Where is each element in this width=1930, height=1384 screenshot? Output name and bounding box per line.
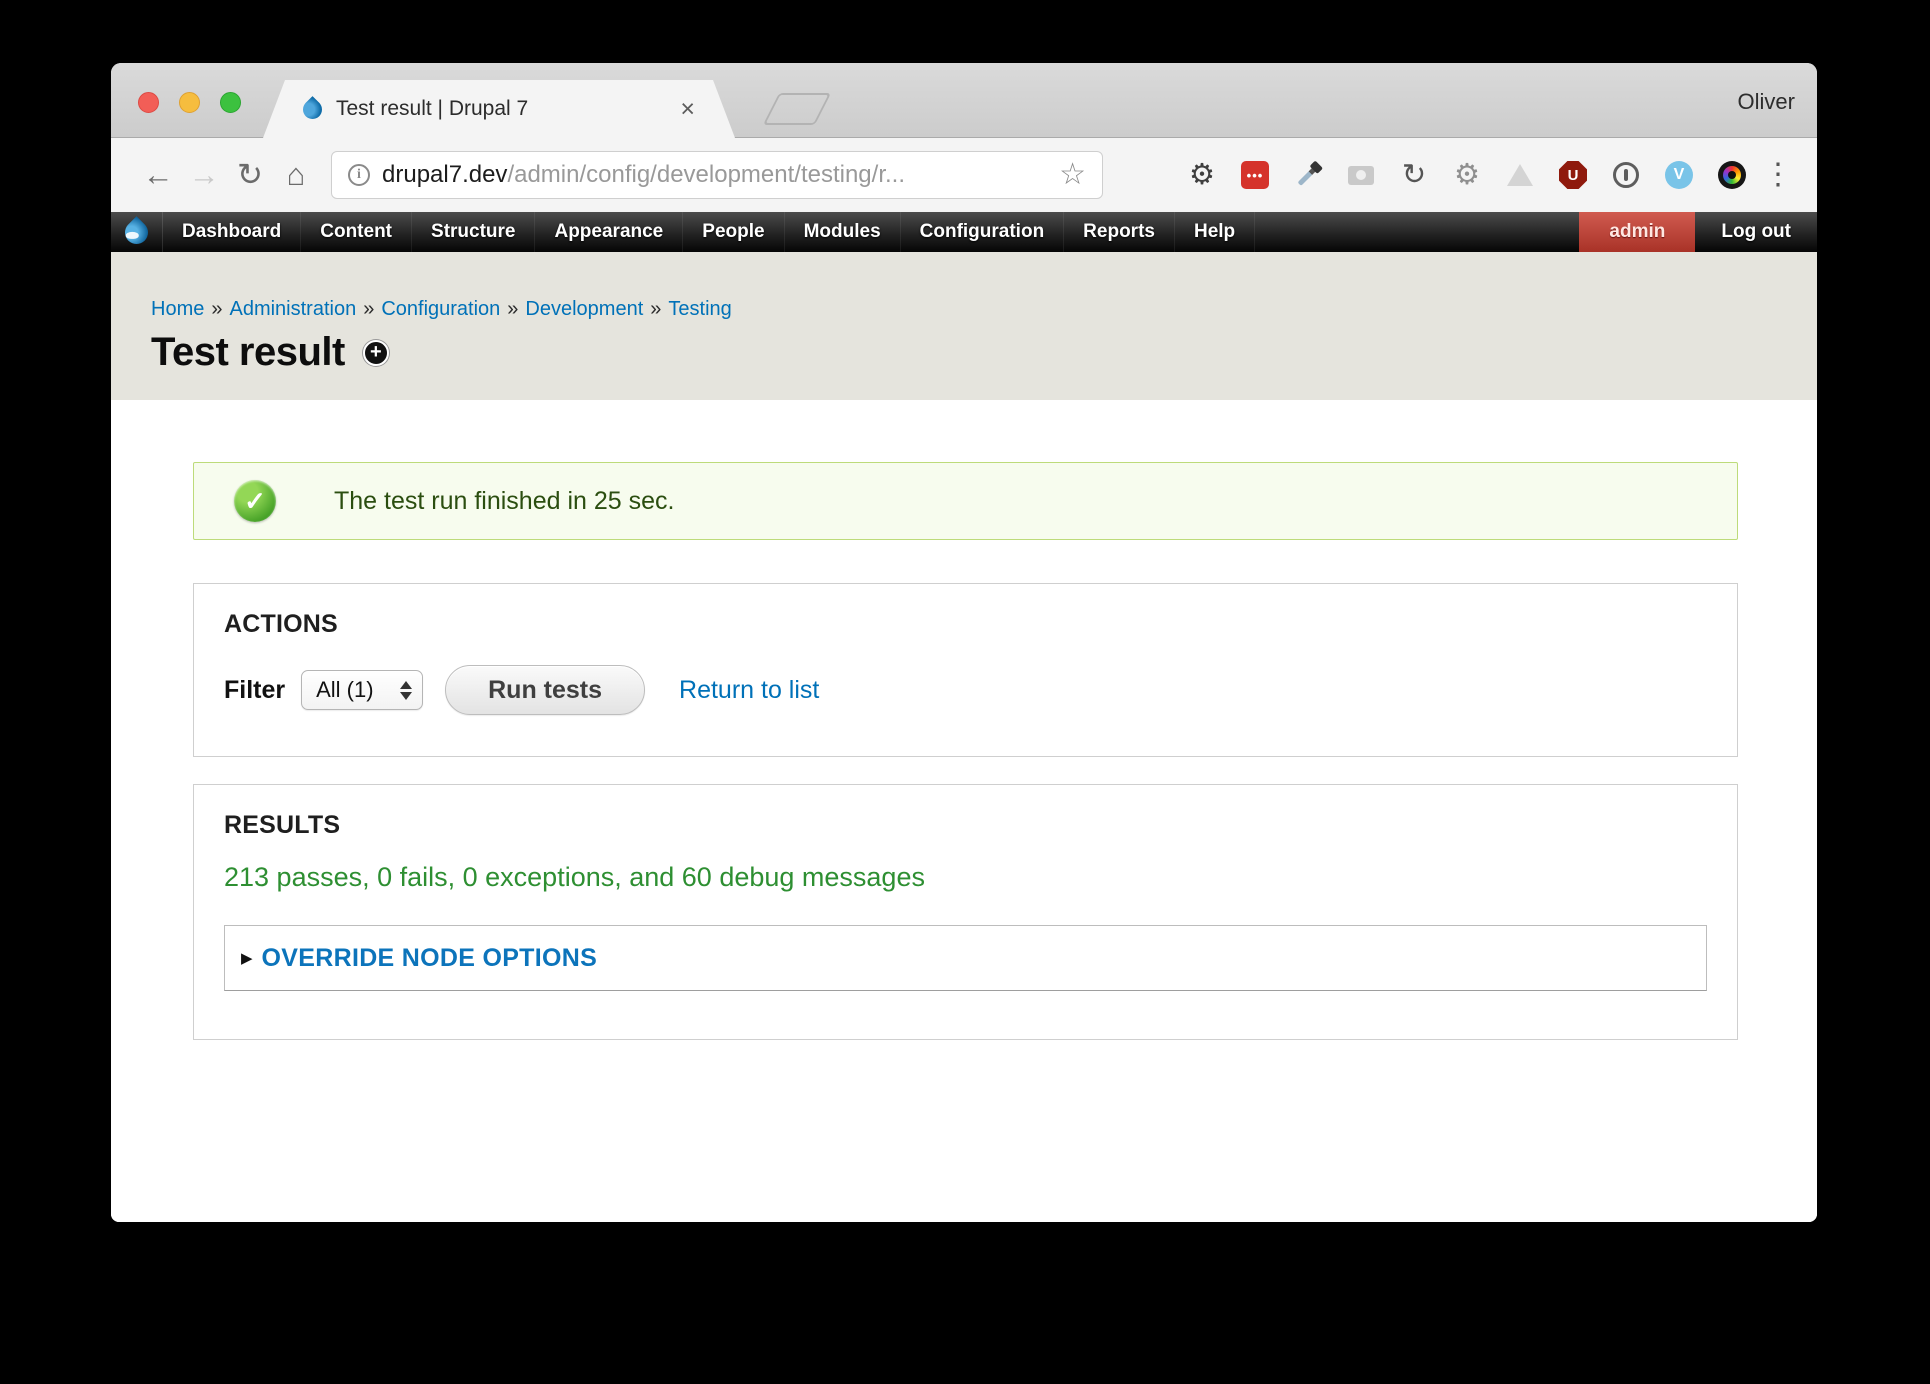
toolbar-item-reports[interactable]: Reports (1064, 212, 1175, 252)
success-check-icon: ✓ (234, 480, 276, 522)
traffic-lights (138, 92, 241, 113)
bookmark-star-icon[interactable]: ☆ (1059, 160, 1086, 190)
address-bar[interactable]: i drupal7.dev/admin/config/development/t… (331, 151, 1103, 199)
collapsed-fieldset[interactable]: ▶ OVERRIDE NODE OPTIONS (224, 925, 1707, 991)
url-path: /admin/config/development/testing/r... (507, 161, 905, 188)
profile-name[interactable]: Oliver (1738, 89, 1795, 115)
extension-session-refresh-icon[interactable]: ↻ (1399, 160, 1429, 190)
actions-fieldset: ACTIONS Filter All (1) Run tests Return … (193, 583, 1738, 757)
screenshot-canvas: Test result | Drupal 7 × Oliver ← → ↻ ⌂ … (0, 0, 1930, 1384)
drupal-favicon-icon (299, 96, 326, 123)
page-title: Test result (151, 330, 345, 375)
toolbar-item-structure[interactable]: Structure (412, 212, 535, 252)
forward-icon: → (181, 157, 227, 193)
url-host: drupal7.dev (382, 161, 507, 188)
toolbar-item-people[interactable]: People (683, 212, 784, 252)
status-message: ✓ The test run finished in 25 sec. (193, 462, 1738, 540)
filter-label: Filter (224, 676, 285, 705)
back-icon[interactable]: ← (135, 157, 181, 193)
toolbar-item-help[interactable]: Help (1175, 212, 1255, 252)
toolbar-item-content[interactable]: Content (301, 212, 412, 252)
breadcrumb-link-administration[interactable]: Administration (229, 298, 356, 320)
tab-title: Test result | Drupal 7 (336, 97, 528, 121)
new-tab-button[interactable] (763, 93, 831, 125)
actions-legend: ACTIONS (224, 610, 1707, 639)
extension-tampermonkey-icon[interactable]: ⚙ (1452, 160, 1482, 190)
results-fieldset: RESULTS 213 passes, 0 fails, 0 exception… (193, 784, 1738, 1040)
browser-toolbar: ← → ↻ ⌂ i drupal7.dev/admin/config/devel… (111, 138, 1817, 212)
filter-row: Filter All (1) Run tests Return to list (224, 665, 1707, 715)
extension-eyedropper-icon[interactable] (1293, 160, 1323, 190)
admin-user-link[interactable]: admin (1579, 212, 1695, 252)
tab-close-icon[interactable]: × (680, 97, 695, 122)
extension-password-keyhole-icon[interactable] (1611, 160, 1641, 190)
toolbar-item-appearance[interactable]: Appearance (535, 212, 683, 252)
breadcrumb-separator: » (211, 298, 222, 320)
extension-camera-icon[interactable] (1346, 160, 1376, 190)
return-to-list-link[interactable]: Return to list (679, 676, 819, 705)
breadcrumb-link-home[interactable]: Home (151, 298, 204, 320)
close-window-button[interactable] (138, 92, 159, 113)
status-message-text: The test run finished in 25 sec. (334, 487, 674, 516)
extensions-row: ⚙ ••• ↻ ⚙ U V (1187, 160, 1747, 190)
filter-select-value: All (1) (316, 677, 373, 703)
home-icon[interactable]: ⌂ (273, 157, 319, 193)
tab-strip: Test result | Drupal 7 × Oliver (111, 63, 1817, 138)
extension-settings-gear-icon[interactable]: ⚙ (1187, 160, 1217, 190)
browser-window: Test result | Drupal 7 × Oliver ← → ↻ ⌂ … (111, 63, 1817, 1222)
select-arrows-icon (400, 681, 412, 700)
breadcrumb-separator: » (507, 298, 518, 320)
logout-link[interactable]: Log out (1695, 212, 1817, 252)
main-content: ✓ The test run finished in 25 sec. ACTIO… (111, 400, 1817, 1222)
browser-tab[interactable]: Test result | Drupal 7 × (263, 80, 735, 138)
extension-vimium-icon[interactable]: V (1664, 160, 1694, 190)
breadcrumb-link-development[interactable]: Development (525, 298, 643, 320)
run-tests-button[interactable]: Run tests (445, 665, 645, 715)
toolbar-item-modules[interactable]: Modules (785, 212, 901, 252)
breadcrumb: Home » Administration » Configuration » Develo… (151, 298, 1817, 321)
collapsed-arrow-icon: ▶ (241, 949, 253, 967)
toolbar-item-dashboard[interactable]: Dashboard (163, 212, 301, 252)
toolbar-item-configuration[interactable]: Configuration (901, 212, 1065, 252)
extension-camera-lens-icon[interactable] (1717, 160, 1747, 190)
minimize-window-button[interactable] (179, 92, 200, 113)
breadcrumb-link-testing[interactable]: Testing (668, 298, 731, 320)
extension-ublock-origin-icon[interactable]: U (1558, 160, 1588, 190)
extension-lastpass-icon[interactable]: ••• (1240, 160, 1270, 190)
reload-icon[interactable]: ↻ (227, 157, 273, 193)
override-node-options-link[interactable]: OVERRIDE NODE OPTIONS (262, 944, 598, 973)
page-header: Home » Administration » Configuration » Develo… (111, 252, 1817, 400)
url-text[interactable]: drupal7.dev/admin/config/development/tes… (382, 161, 905, 189)
results-summary: 213 passes, 0 fails, 0 exceptions, and 6… (224, 862, 1707, 893)
extension-google-drive-icon[interactable] (1505, 160, 1535, 190)
results-legend: RESULTS (224, 811, 1707, 840)
breadcrumb-separator: » (650, 298, 661, 320)
browser-menu-icon[interactable]: ⋮ (1763, 160, 1793, 190)
site-info-icon[interactable]: i (348, 164, 370, 186)
drupal-logo-icon[interactable] (111, 212, 163, 252)
add-shortcut-icon[interactable]: + (363, 340, 389, 366)
breadcrumb-separator: » (363, 298, 374, 320)
filter-select[interactable]: All (1) (301, 670, 423, 710)
drupal-admin-toolbar: Dashboard Content Structure Appearance P… (111, 212, 1817, 252)
breadcrumb-link-configuration[interactable]: Configuration (381, 298, 500, 320)
zoom-window-button[interactable] (220, 92, 241, 113)
